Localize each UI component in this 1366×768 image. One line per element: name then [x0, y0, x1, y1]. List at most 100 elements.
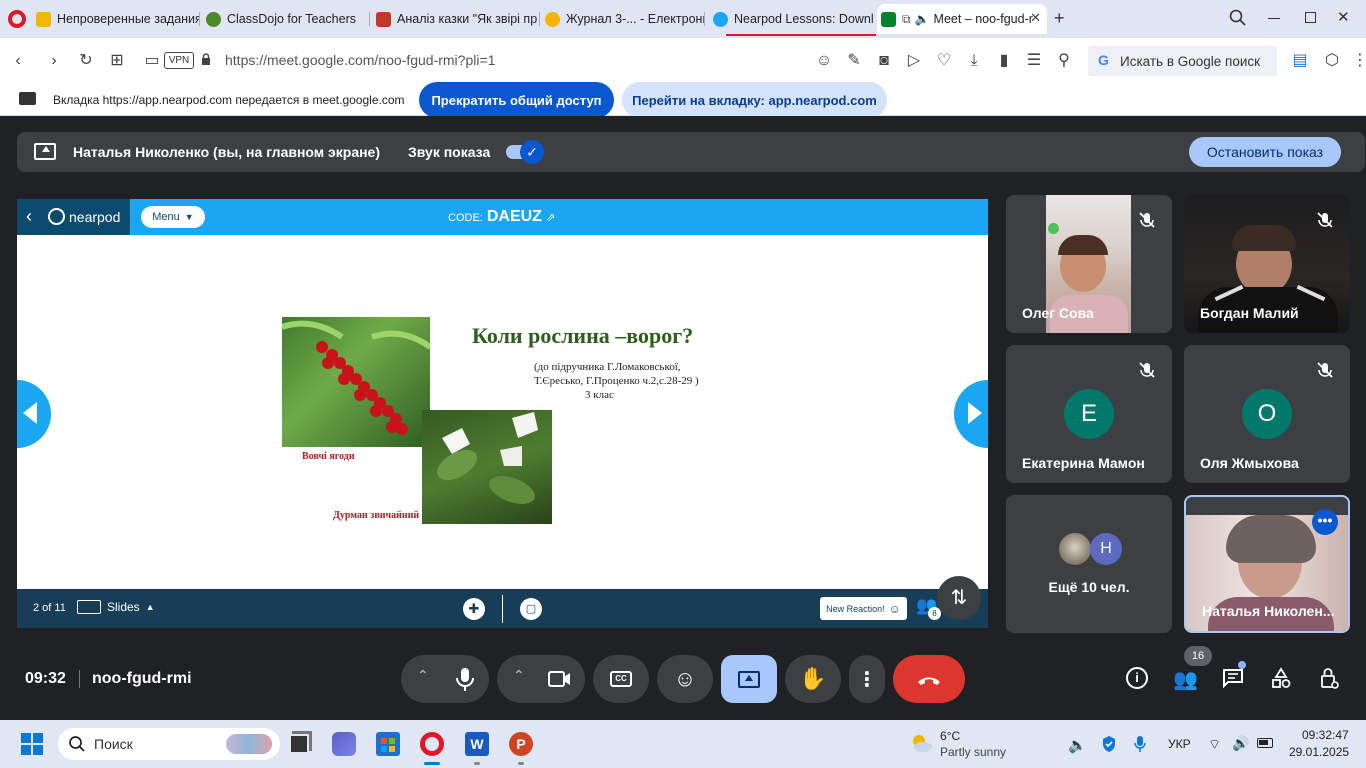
opera-taskbar-icon[interactable] — [420, 732, 444, 756]
language-indicator[interactable]: УКР — [1168, 737, 1191, 751]
tab-search-icon[interactable] — [1228, 8, 1248, 28]
captions-button[interactable]: CC — [593, 655, 649, 703]
wifi-icon[interactable]: ⌔ — [1208, 736, 1221, 754]
host-controls-icon[interactable] — [1318, 666, 1340, 690]
clock-date[interactable]: 29.01.2025 — [1289, 745, 1349, 759]
restore-icon[interactable] — [1305, 12, 1316, 23]
store-icon[interactable] — [376, 732, 400, 756]
participant-name: Оля Жмыхова — [1200, 455, 1299, 471]
session-code[interactable]: CODE: DAEUZ ⇗ — [448, 208, 555, 226]
word-icon[interactable]: W — [465, 732, 489, 756]
reaction-label: New Reaction! — [826, 603, 885, 614]
nearpod-logo-icon — [48, 208, 65, 225]
swap-layout-button[interactable]: ⇅ — [937, 576, 981, 620]
send-icon[interactable]: ▷ — [904, 51, 924, 71]
new-reaction-badge[interactable]: New Reaction! ☺ — [820, 597, 907, 620]
code-external-icon: ⇗ — [545, 212, 556, 224]
download-icon[interactable]: ⤓ — [964, 51, 984, 71]
close-window-icon[interactable]: ✕ — [1337, 8, 1350, 26]
chat-icon[interactable] — [1222, 668, 1244, 689]
clock-time[interactable]: 09:32:47 — [1302, 728, 1349, 742]
participant-avatar-photo — [1059, 533, 1091, 565]
task-view-icon[interactable] — [289, 734, 309, 754]
audio-options-chevron-icon[interactable]: ⌃ — [417, 667, 429, 684]
extensions-cube-icon[interactable]: ⬡ — [1322, 51, 1342, 71]
stop-presenting-button[interactable]: Остановить показ — [1189, 137, 1341, 167]
meeting-code[interactable]: noo-fgud-rmi — [92, 670, 192, 688]
powerpoint-icon[interactable]: P — [509, 732, 533, 756]
back-icon[interactable]: ‹ — [8, 51, 28, 71]
battery-icon[interactable]: ▮ — [994, 51, 1014, 71]
opera-logo-icon[interactable] — [8, 10, 26, 28]
browser-menu-icon[interactable]: ⋮ — [1350, 51, 1366, 71]
battery-tray-icon[interactable] — [1257, 738, 1273, 748]
participant-tile-ekaterina[interactable]: Е Екатерина Мамон — [1006, 345, 1172, 483]
camera-icon[interactable] — [547, 668, 573, 690]
nearpod-back-icon[interactable]: ‹ — [26, 206, 32, 227]
tab-favicon-icon — [545, 11, 560, 27]
security-shield-icon[interactable] — [1101, 735, 1117, 753]
edit-icon[interactable]: ✎ — [844, 51, 864, 71]
arrow-right-icon — [968, 402, 982, 424]
tab-close-icon[interactable]: ✕ — [1030, 10, 1041, 26]
microphone-tray-icon[interactable] — [1133, 735, 1147, 753]
participant-avatar: Н — [1090, 533, 1122, 565]
participant-tile-oleg[interactable]: Олег Сова — [1006, 195, 1172, 333]
more-options-icon[interactable]: ••• — [1312, 509, 1338, 535]
stop-sharing-button[interactable]: Прекратить общий доступ — [419, 82, 614, 118]
new-tab-icon[interactable]: + — [1054, 8, 1065, 29]
meet-app-icon[interactable] — [332, 732, 356, 756]
account-icon[interactable]: ⚲ — [1054, 51, 1074, 71]
taskbar-search[interactable]: Поиск — [58, 728, 280, 760]
browser-tab-5[interactable]: Nearpod Lessons: Downlo — [713, 6, 873, 32]
people-icon[interactable]: 👥 — [1173, 667, 1198, 692]
tabs-grid-icon[interactable]: ⊞ — [107, 51, 127, 71]
present-button[interactable] — [721, 655, 777, 703]
slides-thumbnail-icon — [77, 600, 101, 614]
google-search-box[interactable]: G Искать в Google поиск — [1088, 46, 1277, 76]
reload-icon[interactable]: ↻ — [76, 51, 96, 71]
sidebar-toggle-icon[interactable]: ▤ — [1290, 51, 1310, 71]
activity-puzzle-icon[interactable]: ✚ — [463, 598, 485, 620]
participant-tile-olya[interactable]: О Оля Жмыхова — [1184, 345, 1350, 483]
video-options-chevron-icon[interactable]: ⌃ — [513, 667, 525, 684]
leave-call-button[interactable] — [893, 655, 965, 703]
slides-toggle[interactable]: Slides ▲ — [77, 600, 155, 614]
emoji-icon[interactable]: ☺ — [814, 51, 834, 71]
participant-tile-self[interactable]: ••• Наталья Николен... — [1184, 495, 1350, 633]
speaker-icon[interactable]: 🔊 — [1232, 735, 1249, 752]
sound-toggle[interactable]: ✓ — [506, 140, 544, 164]
raise-hand-button[interactable]: ✋ — [785, 655, 841, 703]
browser-tab-2[interactable]: ClassDojo for Teachers — [206, 6, 370, 32]
reactions-button[interactable]: ☺ — [657, 655, 713, 703]
snapshot-icon[interactable]: ◙ — [874, 51, 894, 71]
more-options-button[interactable]: ⋮ — [849, 655, 885, 703]
vpn-badge[interactable]: VPN — [164, 52, 194, 69]
browser-tab-3[interactable]: Аналіз казки "Як звірі пр — [376, 6, 540, 32]
tab-share-bar: Вкладка https://app.nearpod.com передает… — [0, 82, 1366, 118]
volume-tray-icon[interactable]: 🔈 — [1068, 736, 1087, 754]
mic-control-group: ⌃ — [401, 655, 489, 703]
participant-tile-more[interactable]: Н Ещё 10 чел. — [1006, 495, 1172, 633]
meeting-info-icon[interactable]: i — [1126, 667, 1148, 689]
easy-setup-icon[interactable]: ☰ — [1024, 51, 1044, 71]
camera-icon[interactable]: ▭ — [142, 51, 162, 71]
activities-icon[interactable] — [1270, 667, 1292, 689]
url-field[interactable]: https://meet.google.com/noo-fgud-rmi?pli… — [225, 52, 495, 68]
browser-tab-6-active[interactable]: ⧉ 🔈 Meet – noo-fgud-r ✕ — [877, 4, 1047, 34]
browser-tab-4[interactable]: Журнал 3-... - Електронні — [545, 6, 705, 32]
weather-icon[interactable] — [909, 732, 933, 754]
browser-tab-1[interactable]: Непроверенные задания — [36, 6, 200, 32]
nearpod-menu-button[interactable]: Menu ▼ — [141, 206, 205, 228]
heart-icon[interactable]: ♡ — [934, 51, 954, 71]
microphone-icon[interactable] — [453, 666, 477, 692]
switch-tab-button[interactable]: Перейти на вкладку: app.nearpod.com — [622, 82, 887, 118]
next-slide-button[interactable] — [954, 380, 988, 448]
previous-slide-button[interactable] — [17, 380, 51, 448]
minimize-icon[interactable] — [1268, 18, 1280, 19]
participant-tile-bogdan[interactable]: Богдан Малий — [1184, 195, 1350, 333]
whiteboard-icon[interactable]: ▢ — [520, 598, 542, 620]
arrow-left-icon — [23, 402, 37, 424]
forward-icon[interactable]: › — [44, 51, 64, 71]
windows-start-icon[interactable] — [21, 733, 43, 755]
